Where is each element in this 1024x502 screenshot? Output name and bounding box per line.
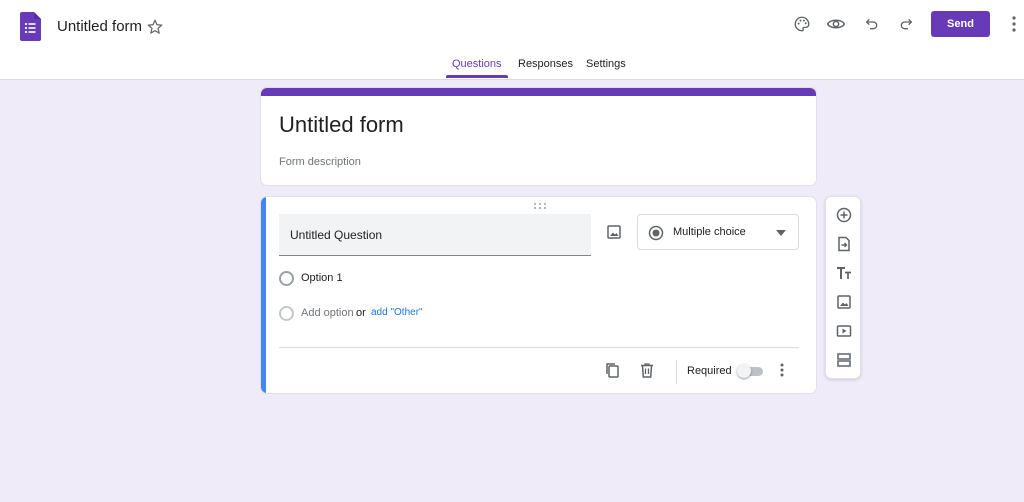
required-label: Required xyxy=(687,365,732,377)
footer-divider xyxy=(279,347,799,348)
tab-settings[interactable]: Settings xyxy=(586,58,626,80)
or-label: or xyxy=(356,307,366,319)
tab-responses[interactable]: Responses xyxy=(518,58,573,80)
eye-icon[interactable] xyxy=(826,14,846,34)
add-option-radio xyxy=(279,306,294,321)
add-title-icon[interactable] xyxy=(836,265,852,281)
form-description-field[interactable]: Form description xyxy=(279,156,361,168)
question-toolbar xyxy=(825,196,861,379)
duplicate-icon[interactable] xyxy=(604,362,620,378)
footer-vertical-divider xyxy=(676,360,677,384)
send-button[interactable]: Send xyxy=(931,11,990,37)
option-label[interactable]: Option 1 xyxy=(301,272,343,284)
toggle-knob xyxy=(737,364,751,378)
import-questions-icon[interactable] xyxy=(836,236,852,252)
question-title-text: Untitled Question xyxy=(290,228,383,242)
add-question-icon[interactable] xyxy=(836,207,852,223)
delete-icon[interactable] xyxy=(639,362,655,378)
radio-button-checked-icon xyxy=(648,225,664,241)
app-header: Untitled form Send Questions Responses S… xyxy=(0,0,1024,80)
question-title-input[interactable]: Untitled Question xyxy=(279,214,591,256)
add-section-icon[interactable] xyxy=(836,352,852,368)
question-card[interactable]: Untitled Question Multiple choice Option… xyxy=(260,196,817,394)
add-video-icon[interactable] xyxy=(836,323,852,339)
form-accent-bar xyxy=(261,88,816,96)
form-title[interactable]: Untitled form xyxy=(279,112,404,138)
option-radio xyxy=(279,271,294,286)
dropdown-arrow-icon xyxy=(776,230,786,236)
forms-logo-icon[interactable] xyxy=(20,12,41,41)
question-type-dropdown[interactable]: Multiple choice xyxy=(637,214,799,250)
add-option-field[interactable]: Add option xyxy=(301,307,354,319)
add-image-icon[interactable] xyxy=(606,224,622,240)
more-vert-icon[interactable] xyxy=(1006,14,1022,34)
drag-handle-icon[interactable] xyxy=(533,202,547,210)
redo-icon[interactable] xyxy=(896,14,916,34)
star-icon[interactable] xyxy=(146,18,164,36)
document-title[interactable]: Untitled form xyxy=(57,18,142,35)
undo-icon[interactable] xyxy=(862,14,882,34)
form-header-card[interactable]: Untitled form Form description xyxy=(260,87,817,186)
question-more-icon[interactable] xyxy=(777,362,787,378)
add-other-link[interactable]: add "Other" xyxy=(371,307,423,318)
palette-icon[interactable] xyxy=(792,14,812,34)
add-image-icon[interactable] xyxy=(836,294,852,310)
question-focus-bar xyxy=(261,197,266,393)
question-type-label: Multiple choice xyxy=(673,226,746,238)
tab-bar: Questions Responses Settings xyxy=(0,58,1024,80)
active-tab-indicator xyxy=(446,75,508,78)
required-toggle[interactable] xyxy=(737,364,765,378)
